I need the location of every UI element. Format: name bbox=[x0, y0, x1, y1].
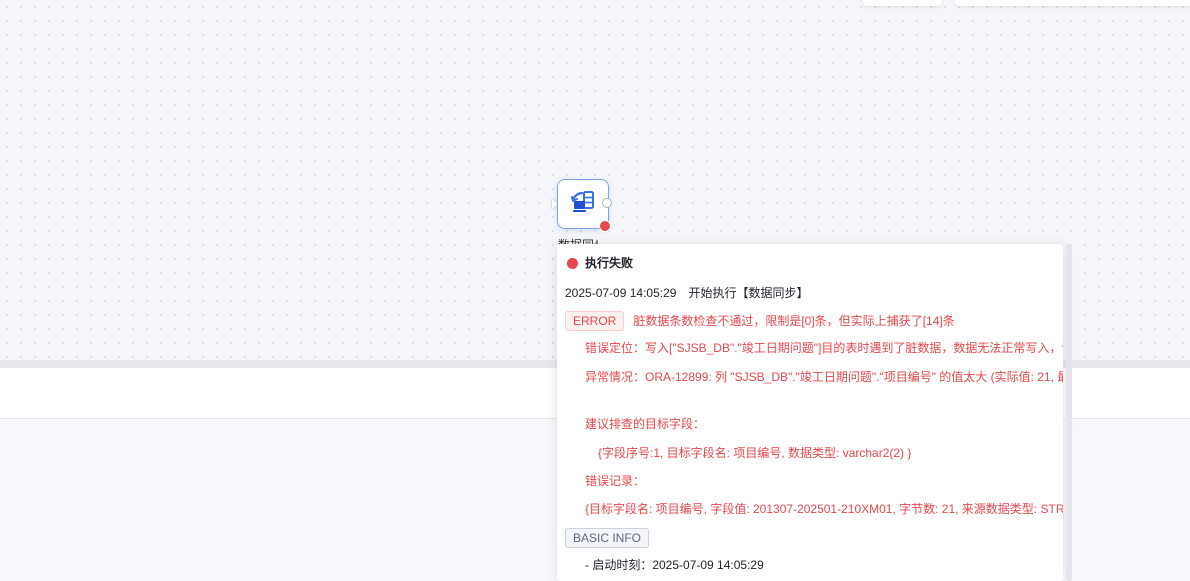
failure-status-icon bbox=[567, 257, 578, 269]
status-label: 执行失败 bbox=[585, 256, 634, 270]
suggest-field-item: {字段序号:1, 目标字段名: 项目编号, 数据类型: varchar2(2) … bbox=[598, 446, 912, 460]
basic-info-line: BASIC INFO bbox=[565, 528, 650, 548]
node-error-indicator bbox=[599, 220, 611, 232]
log-scrollbar[interactable] bbox=[1066, 244, 1072, 581]
toolbar-panel[interactable] bbox=[955, 0, 1190, 6]
toolbar-button[interactable] bbox=[863, 0, 942, 6]
execution-log-panel: 执行失败 2025-07-09 14:05:29 开始执行【数据同步】 ERROR… bbox=[557, 244, 1063, 581]
error-record-item: {目标字段名: 项目编号, 字段值: 201307-202501-210XM01… bbox=[585, 502, 1063, 516]
suggest-fields-title: 建议排查的目标字段： bbox=[585, 417, 706, 431]
start-time-line: - 启动时刻：2025-07-09 14:05:29 bbox=[585, 558, 764, 572]
error-location: 错误定位：写入["SJSB_DB"."竣工日期问题"]目的表时遇到了脏数据，数据… bbox=[585, 341, 1063, 355]
error-summary: 脏数据条数检查不通过，限制是[0]条，但实际上捕获了[14]条 bbox=[633, 314, 955, 328]
node-output-port[interactable] bbox=[602, 198, 612, 208]
log-start-text: 开始执行【数据同步】 bbox=[688, 286, 809, 300]
basic-info-badge: BASIC INFO bbox=[565, 528, 650, 548]
error-records-title: 错误记录： bbox=[585, 474, 646, 488]
exception-detail: 异常情况：ORA-12899: 列 "SJSB_DB"."竣工日期问题"."项目… bbox=[585, 370, 1063, 384]
data-sync-icon bbox=[569, 188, 597, 221]
error-log-line: ERROR 脏数据条数检查不通过，限制是[0]条，但实际上捕获了[14]条 bbox=[565, 311, 955, 331]
log-timestamp: 2025-07-09 14:05:29 bbox=[565, 286, 677, 300]
execution-status: 执行失败 bbox=[567, 255, 633, 271]
start-log-line: 2025-07-09 14:05:29 开始执行【数据同步】 bbox=[565, 285, 808, 301]
error-badge: ERROR bbox=[565, 311, 625, 331]
